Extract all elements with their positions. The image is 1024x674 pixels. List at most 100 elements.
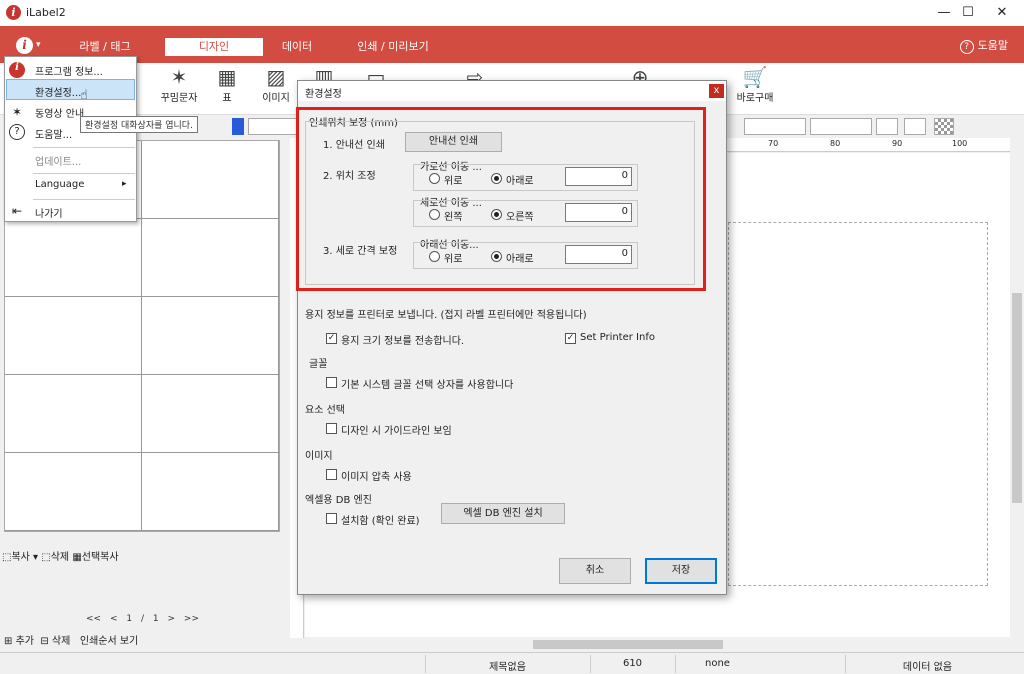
mouse-cursor-icon: ☝ bbox=[80, 88, 88, 103]
table-tool[interactable]: ▦ 표 bbox=[212, 65, 242, 104]
settings-icon bbox=[9, 83, 25, 99]
scroll-thumb[interactable] bbox=[1012, 293, 1022, 503]
horizontal-scrollbar[interactable] bbox=[305, 637, 1010, 651]
fancy-text-tool[interactable]: ✶ 꾸밈문자 bbox=[158, 65, 200, 104]
scroll-thumb[interactable] bbox=[533, 640, 723, 649]
app-logo-icon: i bbox=[16, 37, 33, 54]
add-page-icon: ⊞ bbox=[4, 636, 13, 647]
grid-cell[interactable] bbox=[5, 297, 142, 375]
highlight-box bbox=[296, 107, 706, 291]
delete-icon: ⬚ bbox=[41, 552, 51, 563]
menu-item-exit[interactable]: 나가기 bbox=[35, 205, 63, 220]
font-combo[interactable] bbox=[248, 118, 298, 135]
copy-button[interactable]: 복사 bbox=[11, 552, 29, 563]
align-combo[interactable] bbox=[876, 118, 898, 135]
table-icon: ▦ bbox=[217, 65, 237, 89]
help-link[interactable]: ? 도움말 bbox=[959, 37, 1008, 54]
app-menu: i 프로그램 정보... 환경설정... ✶ 동영상 안내 ? 도움말... 업… bbox=[4, 56, 137, 222]
ruler-tick: 70 bbox=[768, 139, 779, 148]
help-icon: ? bbox=[9, 124, 25, 140]
excel-installed-checkbox[interactable] bbox=[326, 513, 337, 524]
menu-item-program-info[interactable]: 프로그램 정보... bbox=[35, 63, 103, 78]
grid-cell[interactable] bbox=[5, 453, 142, 531]
cart-icon: 🛒 bbox=[742, 65, 768, 89]
page-actions: ⊞ 추가 ⊟ 삭제 인쇄순서 보기 bbox=[4, 632, 138, 647]
guideline-label: 디자인 시 가이드라인 보임 bbox=[341, 426, 452, 437]
menu-item-video-guide[interactable]: 동영상 안내 bbox=[35, 105, 84, 120]
font-size-combo[interactable] bbox=[744, 118, 806, 135]
chevron-down-icon: ▾ bbox=[36, 40, 41, 50]
pattern-combo[interactable] bbox=[934, 118, 954, 135]
cell-actions: ⬚복사 ▾ ⬚삭제 ▦선택복사 bbox=[2, 548, 119, 563]
system-font-checkbox[interactable] bbox=[326, 377, 337, 388]
menu-item-help[interactable]: 도움말... bbox=[35, 126, 72, 141]
prev-page-button[interactable]: < bbox=[110, 614, 118, 624]
dialog-title: 환경설정 bbox=[305, 89, 342, 100]
set-printer-info-checkbox[interactable]: ✓ bbox=[565, 333, 576, 344]
close-window-button[interactable]: ✕ bbox=[980, 0, 1024, 26]
delete-page-button[interactable]: 삭제 bbox=[52, 636, 70, 647]
status-data: 데이터 없음 bbox=[902, 662, 953, 673]
guideline-checkbox[interactable] bbox=[326, 423, 337, 434]
buy-now-button[interactable]: 🛒 바로구매 bbox=[726, 65, 784, 104]
print-order-button[interactable]: 인쇄순서 보기 bbox=[80, 636, 138, 647]
grid-cell[interactable] bbox=[142, 219, 279, 297]
delete-button[interactable]: 삭제 bbox=[51, 552, 69, 563]
image-icon: ▨ bbox=[266, 65, 286, 89]
exit-icon: ⇤ bbox=[11, 204, 23, 218]
menu-divider bbox=[33, 147, 135, 148]
ruler-tick: 90 bbox=[892, 139, 903, 148]
app-menu-button[interactable]: i ▾ bbox=[14, 37, 46, 57]
first-page-button[interactable]: << bbox=[86, 614, 101, 624]
chevron-down-icon[interactable]: ▾ bbox=[33, 552, 38, 563]
status-document: 제목없음 bbox=[489, 662, 526, 673]
dialog-close-button[interactable]: x bbox=[709, 84, 724, 98]
cancel-button[interactable]: 취소 bbox=[559, 558, 631, 584]
image-tool[interactable]: ▨ 이미지 bbox=[258, 65, 294, 104]
status-value: 610 bbox=[622, 658, 643, 669]
save-button[interactable]: 저장 bbox=[645, 558, 717, 584]
pager: << < 1 / 1 > >> bbox=[86, 614, 199, 624]
send-paper-size-label: 용지 크기 정보를 전송합니다. bbox=[341, 336, 465, 347]
app-logo-icon: i bbox=[6, 5, 21, 20]
grid-cell[interactable] bbox=[142, 297, 279, 375]
chevron-right-icon: ▸ bbox=[122, 179, 127, 189]
send-paper-size-checkbox[interactable]: ✓ bbox=[326, 333, 337, 344]
image-section-title: 이미지 bbox=[305, 451, 333, 462]
fill-combo[interactable] bbox=[904, 118, 926, 135]
ruler-tick: 80 bbox=[830, 139, 841, 148]
menu-item-language[interactable]: Language bbox=[35, 179, 84, 190]
style-combo[interactable] bbox=[810, 118, 872, 135]
tab-data[interactable]: 데이터 bbox=[248, 37, 346, 63]
status-bar: 제목없음 610 none 데이터 없음 bbox=[0, 652, 1024, 674]
install-excel-button[interactable]: 엑셀 DB 엔진 설치 bbox=[441, 503, 565, 524]
tooltip: 환경설정 대화상자를 엽니다. bbox=[80, 116, 198, 133]
excel-installed-label: 설치함 (확인 완료) bbox=[341, 516, 420, 527]
window-title: iLabel2 bbox=[26, 6, 66, 19]
page-indicator: 1 / 1 bbox=[126, 614, 159, 624]
vertical-scrollbar[interactable] bbox=[1010, 138, 1024, 638]
info-icon: i bbox=[9, 62, 25, 78]
grid-cell[interactable] bbox=[5, 375, 142, 453]
grid-cell[interactable] bbox=[142, 141, 279, 219]
status-mode: none bbox=[705, 658, 730, 669]
next-page-button[interactable]: > bbox=[167, 614, 175, 624]
last-page-button[interactable]: >> bbox=[184, 614, 199, 624]
add-page-button[interactable]: 추가 bbox=[16, 636, 34, 647]
menu-item-update[interactable]: 업데이트... bbox=[35, 153, 81, 168]
color-swatch[interactable] bbox=[232, 118, 244, 135]
grid-cell[interactable] bbox=[142, 453, 279, 531]
compress-image-label: 이미지 압축 사용 bbox=[341, 472, 412, 483]
compress-image-checkbox[interactable] bbox=[326, 469, 337, 480]
label-area[interactable] bbox=[728, 222, 988, 586]
select-copy-button[interactable]: 선택복사 bbox=[82, 552, 119, 563]
grid-cell[interactable] bbox=[142, 375, 279, 453]
fancy-text-icon: ✶ bbox=[170, 65, 188, 89]
tab-print-preview[interactable]: 인쇄 / 미리보기 bbox=[344, 37, 442, 63]
menu-item-settings[interactable]: 환경설정... bbox=[35, 84, 81, 99]
menu-divider bbox=[33, 199, 135, 200]
paper-info-text: 용지 정보를 프린터로 보냅니다. (접지 라벨 프린터에만 적용됩니다) bbox=[305, 310, 587, 321]
font-section-title: 글꼴 bbox=[309, 359, 328, 370]
grid-cell[interactable] bbox=[5, 219, 142, 297]
excel-section-title: 엑셀용 DB 엔진 bbox=[305, 495, 372, 506]
